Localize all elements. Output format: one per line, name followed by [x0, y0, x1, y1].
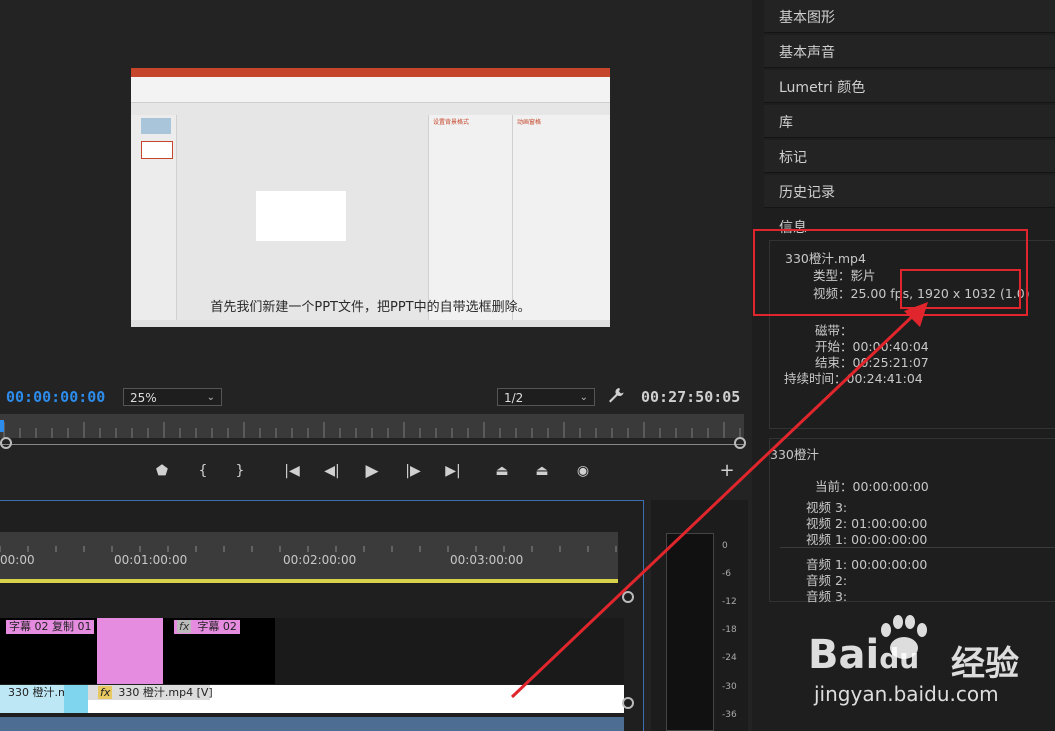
- ppt-thumb-2: [141, 141, 173, 159]
- panel-item-label: Lumetri 颜色: [779, 80, 866, 96]
- current-timecode[interactable]: 00:00:00:00: [6, 388, 105, 406]
- baidu-watermark: Baidu 经验 jingyan.baidu.com: [808, 610, 1055, 731]
- fx-badge: fx: [98, 686, 113, 699]
- mark-out-icon[interactable]: }: [229, 460, 251, 482]
- ppt-animation-pane: 动画窗格: [512, 115, 610, 321]
- play-icon[interactable]: ▶: [361, 460, 383, 482]
- panel-libraries[interactable]: 库: [764, 105, 1055, 138]
- panel-essential-sound[interactable]: 基本声音: [764, 35, 1055, 68]
- ppt-ribbon: [131, 77, 610, 103]
- panel-item-label: 库: [779, 115, 793, 131]
- watermark-brand2: du: [879, 642, 920, 675]
- fx-badge: fx: [177, 620, 192, 633]
- track-a1: [0, 717, 624, 731]
- zoom-select[interactable]: 25% ⌄: [123, 388, 222, 406]
- ruler-label-2: 00:02:00:00: [283, 553, 357, 567]
- zoom-value: 25%: [130, 391, 157, 405]
- panel-essential-graphics[interactable]: 基本图形: [764, 0, 1055, 33]
- db-label: -36: [722, 710, 737, 720]
- panel-item-label: 基本声音: [779, 45, 835, 61]
- video-clip-c-label: fx 330 橙汁.mp4 [V]: [98, 686, 213, 700]
- panel-item-label: 历史记录: [779, 185, 835, 201]
- ppt-thumbnails: [131, 115, 177, 321]
- panel-item-label: 基本图形: [779, 10, 835, 26]
- step-forward-icon[interactable]: |▶: [402, 460, 424, 482]
- title-clip-label: fx 字幕 02: [174, 620, 240, 634]
- ppt-titlebar: [131, 68, 610, 77]
- ruler-label-1: 00:01:00:00: [114, 553, 188, 567]
- ppt-thumb-1: [141, 118, 171, 134]
- mark-in-icon[interactable]: {: [192, 460, 214, 482]
- panel-markers[interactable]: 标记: [764, 140, 1055, 173]
- go-to-in-icon[interactable]: |◀: [281, 460, 303, 482]
- chevron-down-icon: ⌄: [206, 392, 215, 403]
- video-clip-a-label: 330 橙汁.m: [8, 686, 69, 699]
- add-marker-icon[interactable]: ⬟: [151, 460, 173, 482]
- watermark-brand: Bai: [808, 632, 880, 678]
- title-clip-transition[interactable]: [97, 618, 163, 684]
- ppt-pane-title: 设置背景格式: [433, 119, 470, 126]
- video-frame: 设置背景格式 动画窗格 首先我们新建一个PPT文件，把PPT中的自带选框删除。: [131, 68, 610, 327]
- ruler-handle-left[interactable]: [0, 437, 12, 449]
- panel-lumetri-color[interactable]: Lumetri 颜色: [764, 70, 1055, 103]
- panel-item-label: 标记: [779, 150, 807, 166]
- ruler-label-0: 00:00: [0, 553, 35, 567]
- video-clip-b[interactable]: [64, 685, 88, 713]
- watermark-url: jingyan.baidu.com: [814, 682, 999, 706]
- title-clip-copy-label: 字幕 02 复制 01: [6, 620, 95, 634]
- go-to-out-icon[interactable]: ▶|: [442, 460, 464, 482]
- title-clip-name: 字幕 02: [197, 620, 237, 633]
- watermark-brand-cn: 经验: [951, 644, 1019, 684]
- ppt-slide: [256, 191, 346, 241]
- ppt-format-pane: 设置背景格式: [428, 115, 513, 321]
- video-clip-c-name: 330 橙汁.mp4 [V]: [118, 686, 213, 699]
- panel-history[interactable]: 历史记录: [764, 175, 1055, 208]
- step-back-icon[interactable]: ◀|: [321, 460, 343, 482]
- ppt-pane2-title: 动画窗格: [517, 119, 542, 126]
